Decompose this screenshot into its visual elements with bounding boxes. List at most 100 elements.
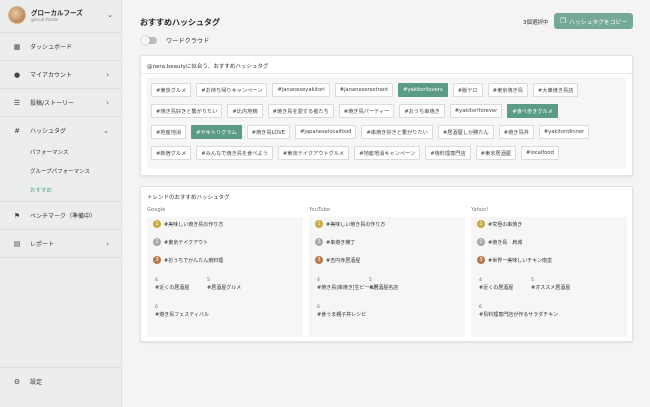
rank-badge: 3 <box>315 256 323 264</box>
nav-report[interactable]: ▤ レポート › <box>0 232 121 255</box>
rank-number: 6 <box>479 305 482 310</box>
trend-item[interactable]: 6 #食うま親子丼レシピ <box>317 305 366 318</box>
hashtag-chip[interactable]: #jananeseyakitori <box>272 83 330 97</box>
trend-item[interactable]: 3 #おうちでかんたん焼料理 <box>153 256 223 264</box>
divider <box>0 367 121 368</box>
hashtag-chip[interactable]: #焼料理専門店 <box>425 146 471 160</box>
posts-icon: ☰ <box>13 98 21 107</box>
rank-number: 5 <box>531 278 534 283</box>
divider <box>0 116 121 117</box>
hashtag-chip[interactable]: #yakitoridinner <box>538 125 590 139</box>
trend-tag: #世界一美味しいチキン南蛮 <box>488 257 553 264</box>
rank-badge: 2 <box>153 238 161 246</box>
divider <box>0 229 121 230</box>
hashtag-chip[interactable]: #串焼き好きと繋がりたい <box>361 125 433 139</box>
hashtag-chip[interactable]: #地産地消 <box>151 125 187 139</box>
nav-hashtag-recommend[interactable]: おすすめ <box>0 180 121 199</box>
chevron-right-icon: › <box>106 98 109 107</box>
hashtag-icon: # <box>14 126 20 135</box>
trend-list: 1 #究極の串焼き 2 #焼き鳥 肩城 3 #世界一美味しいチキン南蛮 4 #近くの居酒屋 5 #… <box>471 217 627 337</box>
trend-column: Google 1 #美味しい焼き鳥の作り方 2 #東京テイクアウト 3 #おうちでかんたん焼… <box>147 207 303 338</box>
hashtag-chip[interactable]: #焼き鳥パーティー <box>338 104 395 118</box>
hashtag-chip[interactable]: #おうち串焼き <box>399 104 445 118</box>
trend-item[interactable]: 2 #焼き鳥 肩城 <box>477 238 522 246</box>
nav-dashboard[interactable]: ▦ ダッシュボード <box>0 35 121 58</box>
brand-name: グローカルフーズ <box>31 9 83 17</box>
nav-hashtags[interactable]: # ハッシュタグ ⌄ <box>0 119 121 142</box>
trend-list: 1 #美味しい焼き鳥の作り方 2 #串焼き横丁 3 #吉円寺居酒屋 4 #焼き鳥|串焼き|生ビ… <box>309 217 465 337</box>
hashtag-row: #地産地消 #ヤキトリグラム #焼き鳥LOVE #japaneselocalfood #… <box>151 124 622 140</box>
nav-hashtags-label: ハッシュタグ <box>30 128 67 135</box>
hashtag-chip[interactable]: #比内地鶏 <box>227 104 263 118</box>
trend-item[interactable]: 5 #オススメ居酒屋 <box>531 278 570 291</box>
page-title: おすすめハッシュタグ <box>140 18 220 27</box>
rank-badge: 1 <box>153 220 161 228</box>
trend-tag: #究極の串焼き <box>488 221 523 228</box>
hashtag-chip[interactable]: #お持ち帰りキャンペーン <box>196 83 268 97</box>
hashtag-chip-selected[interactable]: #yakitorilovers <box>398 83 448 97</box>
nav-posts-stories[interactable]: ☰ 投稿/ストーリー › <box>0 91 121 114</box>
copy-button-label: ハッシュタグをコピー <box>569 19 628 26</box>
trend-item[interactable]: 2 #串焼き横丁 <box>315 238 355 246</box>
divider <box>0 88 121 89</box>
hashtag-chip[interactable]: #焼き鳥を愛する者たち <box>267 104 334 118</box>
nav-hashtag-performance[interactable]: パフォーマンス <box>0 142 121 161</box>
trend-item[interactable]: 3 #吉円寺居酒屋 <box>315 256 360 264</box>
trend-item[interactable]: 1 #美味しい焼き鳥の作り方 <box>315 220 385 228</box>
nav-hashtag-group-performance[interactable]: グループパフォーマンス <box>0 161 121 180</box>
hashtag-row: #新宿グルメ #みんなで焼き鳥を食べよう #東京テイクアウトグルメ #地産地消キャンペ… <box>151 145 622 161</box>
trend-tag: #おうちでかんたん焼料理 <box>164 257 224 264</box>
main-content: おすすめハッシュタグ 3個選択中 ❐ ハッシュタグをコピー ワードクラウド @n… <box>122 0 650 407</box>
hashtag-chip[interactable]: #焼き鳥好きと繋がりたい <box>151 104 223 118</box>
trend-item[interactable]: 1 #究極の串焼き <box>477 220 522 228</box>
hashtag-chip[interactable]: #localfood <box>520 146 559 160</box>
hashtag-chip[interactable]: #焼き鳥丼 <box>498 125 534 139</box>
chevron-expand-icon[interactable]: ⌄ <box>107 11 113 19</box>
account-switcher[interactable]: グローカルフーズ glocal.foods ⌄ <box>0 0 121 30</box>
word-cloud-toggle[interactable] <box>141 36 157 45</box>
trend-item[interactable]: 4 #近くの居酒屋 <box>479 278 513 291</box>
trend-item[interactable]: 6 #焼き鳥フェスティバル <box>155 305 209 318</box>
hashtag-chip[interactable]: #jananeserestrant <box>334 83 394 97</box>
nav-my-account-label: マイアカウント <box>30 72 73 79</box>
hashtag-chip[interactable]: #焼き鳥LOVE <box>246 125 291 139</box>
chevron-right-icon: › <box>106 239 109 248</box>
trend-item[interactable]: 3 #世界一美味しいチキン南蛮 <box>477 256 552 264</box>
recommend-card: @nera.beautyに似合う、おすすめハッシュタグ #東京グルメ #お持ち帰り… <box>140 55 633 176</box>
nav-my-account[interactable]: ● マイアカウント › <box>0 63 121 86</box>
nav-settings[interactable]: ⚙ 設定 <box>0 370 121 393</box>
hashtag-chip[interactable]: #地産地消キャンペーン <box>354 146 421 160</box>
hashtag-chip[interactable]: #居酒屋しか勝たん <box>437 125 494 139</box>
hashtag-chip[interactable]: #東京焼き鳥 <box>487 83 528 97</box>
divider <box>0 60 121 61</box>
trend-item[interactable]: 5 #居酒屋名店 <box>369 278 398 291</box>
trend-item[interactable]: 5 #居酒屋グルメ <box>207 278 241 291</box>
trend-item[interactable]: 4 #近くの居酒屋 <box>155 278 189 291</box>
hashtag-chip[interactable]: #みんなで焼き鳥を食べよう <box>196 146 273 160</box>
hashtag-chip[interactable]: #yakitoriforever <box>449 104 503 118</box>
trend-tag: #吉円寺居酒屋 <box>326 257 361 264</box>
hashtag-chip-selected[interactable]: #ヤキトリグラム <box>191 125 242 139</box>
trend-item[interactable]: 6 #鳥料理専門店が作るサラダチキン <box>479 305 558 318</box>
hashtag-chip[interactable]: #新宿グルメ <box>151 146 192 160</box>
trend-source: Yahoo! <box>471 207 489 213</box>
copy-icon: ❐ <box>559 17 567 25</box>
hashtag-chip[interactable]: #東京グルメ <box>151 83 192 97</box>
hashtag-chip[interactable]: #飯テロ <box>452 83 483 97</box>
nav-benchmark[interactable]: ⚑ ベンチマーク（準備中） <box>0 204 121 227</box>
hashtag-row: #焼き鳥好きと繋がりたい #比内地鶏 #焼き鳥を愛する者たち #焼き鳥パーティー #おう… <box>151 103 622 119</box>
hashtag-chip-selected[interactable]: #食べ歩きグルメ <box>507 104 558 118</box>
chevron-down-icon: ⌄ <box>103 126 109 135</box>
hashtag-chip[interactable]: #東京居酒屋 <box>475 146 516 160</box>
trend-item[interactable]: 1 #美味しい焼き鳥の作り方 <box>153 220 223 228</box>
trend-tag: #居酒屋名店 <box>369 285 399 291</box>
rank-badge: 2 <box>477 238 485 246</box>
trend-item[interactable]: 2 #東京テイクアウト <box>153 238 208 246</box>
rank-badge: 3 <box>153 256 161 264</box>
trend-tag: #近くの居酒屋 <box>479 285 514 291</box>
hashtag-chip[interactable]: #大衆焼き鳥店 <box>532 83 579 97</box>
hashtag-chip[interactable]: #東京テイクアウトグルメ <box>277 146 350 160</box>
hashtag-chip[interactable]: #japaneselocalfood <box>295 125 357 139</box>
rank-badge: 3 <box>477 256 485 264</box>
copy-hashtags-button[interactable]: ❐ ハッシュタグをコピー <box>554 13 633 29</box>
